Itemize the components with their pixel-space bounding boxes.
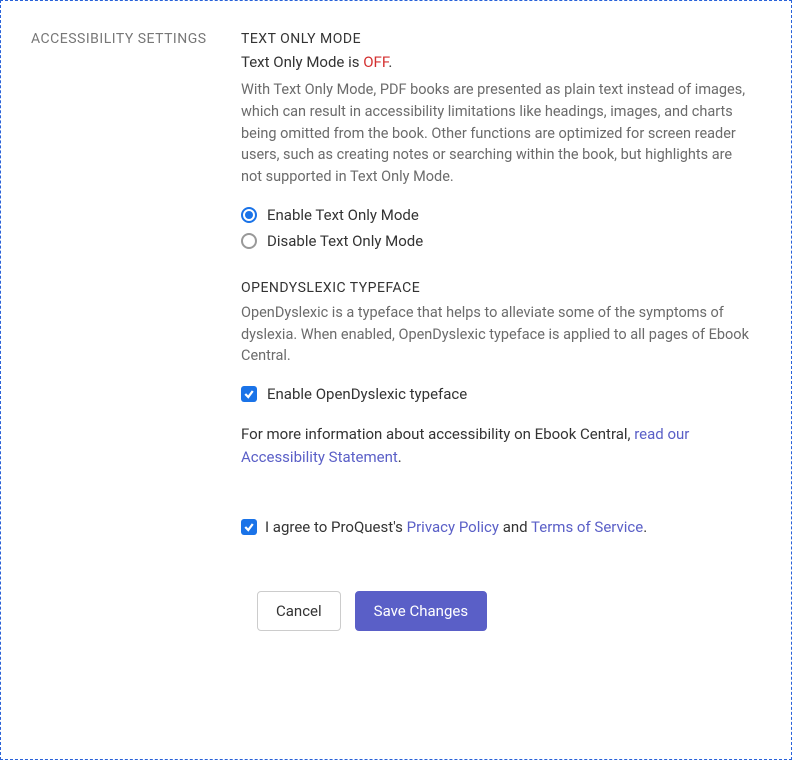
terms-of-service-link[interactable]: Terms of Service [531,518,643,536]
text-only-status-value: OFF [363,53,388,71]
radio-selected-icon [241,207,257,223]
privacy-policy-link[interactable]: Privacy Policy [407,518,499,536]
cancel-button[interactable]: Cancel [257,591,341,631]
radio-unselected-icon [241,233,257,249]
disable-text-only-radio[interactable]: Disable Text Only Mode [241,232,751,250]
more-info-suffix: . [398,448,402,466]
settings-panel: ACCESSIBILITY SETTINGS TEXT ONLY MODE Te… [0,0,792,760]
more-info-prefix: For more information about accessibility… [241,425,634,443]
opendyslexic-description: OpenDyslexic is a typeface that helps to… [241,302,751,367]
enable-opendyslexic-label: Enable OpenDyslexic typeface [267,385,467,403]
save-changes-button[interactable]: Save Changes [355,591,487,631]
button-row: Cancel Save Changes [257,591,751,631]
disable-text-only-label: Disable Text Only Mode [267,232,423,250]
enable-text-only-radio[interactable]: Enable Text Only Mode [241,206,751,224]
section-label: ACCESSIBILITY SETTINGS [31,31,241,47]
more-info-line: For more information about accessibility… [241,423,751,468]
agree-suffix: . [643,518,647,536]
text-only-status-prefix: Text Only Mode is [241,53,363,71]
enable-opendyslexic-checkbox[interactable]: Enable OpenDyslexic typeface [241,385,751,403]
text-only-description: With Text Only Mode, PDF books are prese… [241,79,751,188]
checkbox-checked-icon [241,386,257,402]
opendyslexic-heading: OPENDYSLEXIC TYPEFACE [241,280,751,296]
agree-row: I agree to ProQuest's Privacy Policy and… [241,518,751,536]
text-only-status-suffix: . [388,53,392,71]
settings-content: TEXT ONLY MODE Text Only Mode is OFF. Wi… [241,31,761,729]
enable-text-only-label: Enable Text Only Mode [267,206,419,224]
section-label-col: ACCESSIBILITY SETTINGS [31,31,241,729]
agree-text: I agree to ProQuest's Privacy Policy and… [265,518,647,536]
text-only-heading: TEXT ONLY MODE [241,31,751,47]
agree-prefix: I agree to ProQuest's [265,518,407,536]
text-only-status: Text Only Mode is OFF. [241,53,751,71]
agree-checkbox[interactable] [241,519,257,535]
agree-and: and [499,518,531,536]
